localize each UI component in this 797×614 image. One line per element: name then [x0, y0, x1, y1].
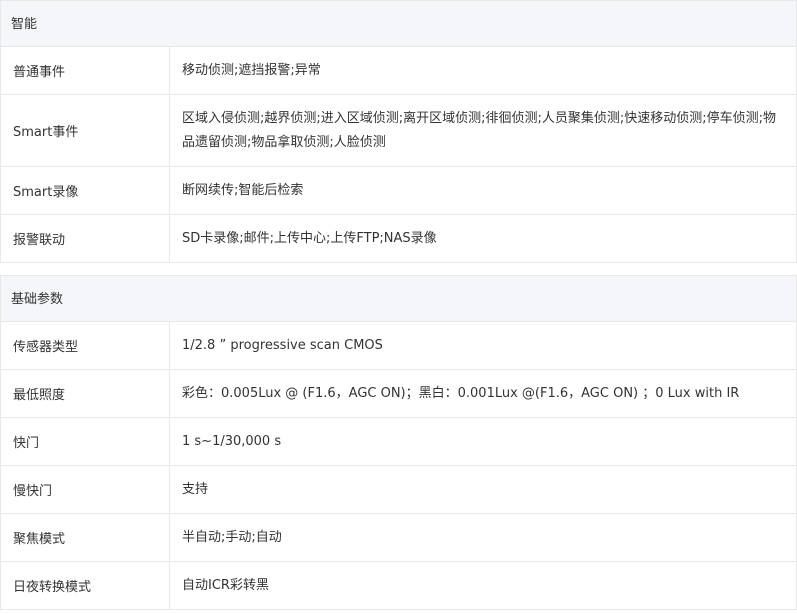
table-row: 聚焦模式 半自动;手动;自动: [1, 514, 796, 562]
row-label: 传感器类型: [1, 322, 170, 369]
row-label: 最低照度: [1, 370, 170, 417]
spec-page: 智能 普通事件 移动侦测;遮挡报警;异常 Smart事件 区域入侵侦测;越界侦测…: [0, 0, 797, 614]
row-value: SD卡录像;邮件;上传中心;上传FTP;NAS录像: [182, 230, 437, 246]
table-row: 传感器类型 1/2.8 ” progressive scan CMOS: [1, 322, 796, 370]
row-label: Smart事件: [1, 95, 170, 166]
row-value: 断网续传;智能后检索: [182, 182, 304, 198]
row-value: 彩色：0.005Lux @ (F1.6，AGC ON)；黑白：0.001Lux …: [182, 385, 740, 401]
row-value: 1/2.8 ” progressive scan CMOS: [182, 337, 383, 353]
row-value: 自动ICR彩转黑: [182, 577, 269, 593]
row-label: 日夜转换模式: [1, 562, 170, 609]
table-row: 普通事件 移动侦测;遮挡报警;异常: [1, 47, 796, 95]
row-label: 普通事件: [1, 47, 170, 94]
section-title-basic: 基础参数: [1, 275, 796, 322]
table-row: 最低照度 彩色：0.005Lux @ (F1.6，AGC ON)；黑白：0.00…: [1, 370, 796, 418]
row-value: 半自动;手动;自动: [182, 529, 282, 545]
table-row: 报警联动 SD卡录像;邮件;上传中心;上传FTP;NAS录像: [1, 215, 796, 263]
row-label: Smart录像: [1, 167, 170, 214]
table-row: 日夜转换模式 自动ICR彩转黑: [1, 562, 796, 610]
section-title-smart: 智能: [1, 0, 796, 47]
row-value: 区域入侵侦测;越界侦测;进入区域侦测;离开区域侦测;徘徊侦测;人员聚集侦测;快速…: [182, 110, 777, 150]
basic-params-section: 基础参数 传感器类型 1/2.8 ” progressive scan CMOS…: [0, 275, 797, 610]
row-label: 报警联动: [1, 215, 170, 262]
row-label: 聚焦模式: [1, 514, 170, 561]
row-value: 1 s~1/30,000 s: [182, 433, 282, 449]
row-label: 慢快门: [1, 466, 170, 513]
table-row: 慢快门 支持: [1, 466, 796, 514]
smart-section: 智能 普通事件 移动侦测;遮挡报警;异常 Smart事件 区域入侵侦测;越界侦测…: [0, 0, 797, 263]
row-value: 支持: [182, 481, 209, 497]
row-value: 移动侦测;遮挡报警;异常: [182, 62, 321, 78]
table-row: Smart录像 断网续传;智能后检索: [1, 167, 796, 215]
table-row: Smart事件 区域入侵侦测;越界侦测;进入区域侦测;离开区域侦测;徘徊侦测;人…: [1, 95, 796, 167]
row-label: 快门: [1, 418, 170, 465]
table-row: 快门 1 s~1/30,000 s: [1, 418, 796, 466]
